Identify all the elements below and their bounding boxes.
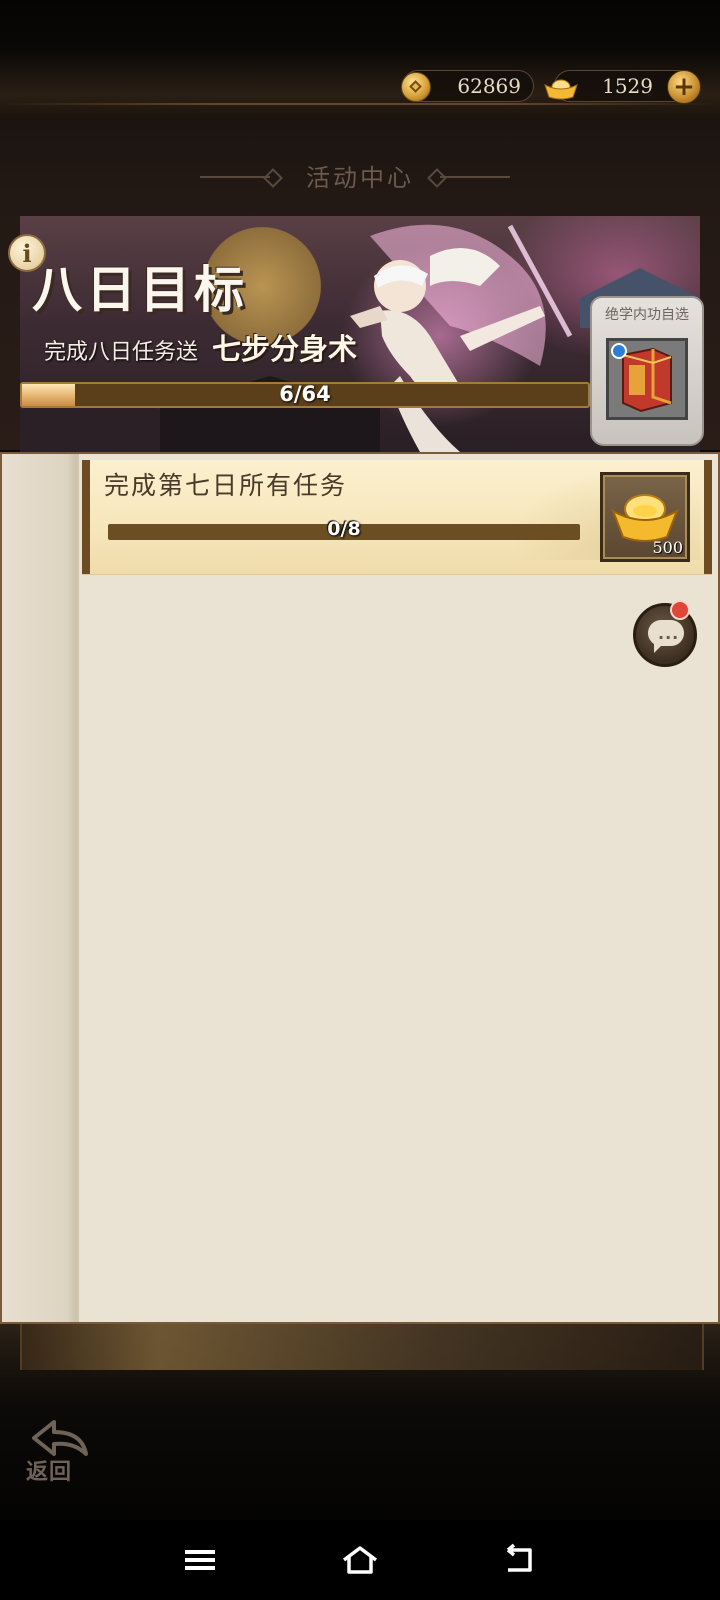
coin-amount: 62869 — [457, 74, 521, 98]
task-reward-item[interactable]: 500 — [600, 472, 690, 562]
task-reward-count: 500 — [652, 538, 683, 557]
bottom-decor-strip — [20, 1324, 704, 1370]
coin-counter: 62869 — [401, 70, 534, 102]
day-tab-column — [2, 454, 79, 1322]
back-button[interactable]: 返回 — [22, 1418, 96, 1488]
task-progress-text: 0/8 — [327, 518, 361, 540]
chat-dots-icon: ··· — [658, 628, 680, 647]
home-icon[interactable] — [340, 1542, 380, 1578]
nav-back-icon[interactable] — [500, 1542, 540, 1578]
info-button[interactable]: i — [8, 234, 46, 272]
manual-box-icon[interactable] — [606, 338, 688, 420]
plus-icon[interactable]: + — [673, 74, 695, 100]
event-progress-text: 6/64 — [279, 382, 331, 406]
gold-ingot-icon — [544, 79, 578, 100]
info-icon[interactable]: i — [22, 239, 31, 268]
event-reward-name: 七步分身术 — [212, 332, 358, 366]
event-title: 八日目标 — [32, 260, 248, 319]
system-nav-bar — [0, 1520, 720, 1600]
event-progress-bar: 6/64 — [20, 382, 590, 408]
task-progress-bar: 0/8 — [108, 518, 580, 540]
notification-badge — [670, 600, 690, 620]
ingot-amount: 1529 — [602, 74, 653, 98]
coin-icon — [401, 72, 431, 102]
back-label: 返回 — [26, 1459, 73, 1485]
event-subtitle: 完成八日任务送 — [44, 340, 199, 365]
event-reward-card[interactable]: 绝学内功自选 — [590, 296, 704, 446]
section-title: 活动中心 — [306, 164, 414, 192]
task-card: 完成第七日所有任务 0/8 500 — [82, 460, 712, 574]
add-ingots-button[interactable]: + — [667, 70, 701, 104]
event-subtitle-row: 完成八日任务送 七步分身术 — [44, 326, 357, 368]
task-panel — [0, 452, 720, 1324]
ingot-counter: 1529 + — [544, 70, 701, 104]
task-title: 完成第七日所有任务 — [104, 471, 348, 500]
reward-card-label: 绝学内功自选 — [605, 307, 689, 323]
menu-icon[interactable] — [180, 1542, 220, 1578]
top-bar — [0, 0, 720, 120]
